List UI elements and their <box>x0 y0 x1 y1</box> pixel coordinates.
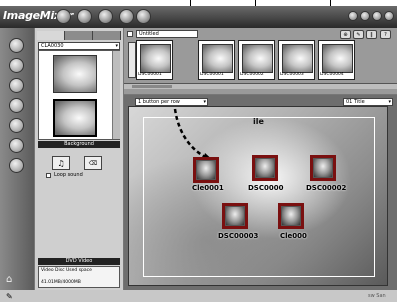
music-note-icon[interactable]: ♫ <box>52 156 70 170</box>
menu-button-label: DSC00003 <box>218 232 259 240</box>
strip-thumbnail-caption: DSC00001 <box>200 72 224 77</box>
title-select[interactable]: 01 Title ▾ <box>343 98 393 106</box>
tab-photos[interactable] <box>37 31 65 40</box>
chevron-down-icon: ▾ <box>388 99 391 105</box>
help-small-icon[interactable]: ? <box>380 30 391 39</box>
import-icon[interactable] <box>9 38 24 53</box>
mode-sidebar: ⌂ <box>0 28 34 290</box>
write-disc-icon[interactable] <box>119 9 134 24</box>
strip-thumbnail-caption: DSC00003 <box>280 72 304 77</box>
menu-button[interactable] <box>193 157 219 183</box>
print-icon[interactable] <box>98 9 113 24</box>
brand-text: sw San <box>368 293 386 299</box>
background-header: Background <box>38 141 120 148</box>
menu-button-label: DSC00002 <box>306 184 347 192</box>
menu-button-label: DSC0000 <box>248 184 284 192</box>
top-toolbar: ImageMixer <box>0 6 397 28</box>
folder-select-value: CLA0030 <box>41 43 64 49</box>
save-icon[interactable] <box>77 9 92 24</box>
edit-icon[interactable]: ✎ <box>353 30 364 39</box>
strip-thumbnail[interactable]: DSC00003 <box>278 40 315 80</box>
menu-button-image <box>314 159 332 177</box>
title-checkbox[interactable] <box>127 31 133 37</box>
strip-thumbnail-image <box>140 44 171 73</box>
album-icon[interactable] <box>9 58 24 73</box>
help-icon[interactable] <box>348 11 358 21</box>
background-thumbnail[interactable] <box>53 55 97 93</box>
menu-title-text[interactable]: ile <box>253 117 264 126</box>
open-icon[interactable] <box>56 9 71 24</box>
tab-music[interactable] <box>65 31 93 40</box>
pause-icon[interactable]: ‖ <box>366 30 377 39</box>
menu-button[interactable] <box>252 155 278 181</box>
strip-thumbnail[interactable]: DSC00002 <box>238 40 275 80</box>
disc-used-space: 41.01MB/4000MB <box>41 280 81 285</box>
close-icon[interactable] <box>384 11 394 21</box>
chevron-down-icon: ▾ <box>203 99 206 105</box>
strip-scrollbar-thumb[interactable] <box>132 85 172 88</box>
menu-button[interactable] <box>278 203 304 229</box>
strip-thumbnail[interactable]: DSC00001 <box>198 40 235 80</box>
menu-button-image <box>256 159 274 177</box>
video-icon[interactable] <box>9 118 24 133</box>
home-icon[interactable]: ⌂ <box>6 274 24 286</box>
layout-select[interactable]: 1 button per row ▾ <box>135 98 208 106</box>
title-select-value: 01 Title <box>346 99 365 105</box>
strip-thumbnail-image <box>322 44 353 73</box>
menu-button[interactable] <box>310 155 336 181</box>
zoom-icon[interactable]: ⊕ <box>340 30 351 39</box>
list-scrollbar[interactable] <box>112 51 120 139</box>
layout-select-value: 1 button per row <box>138 99 180 105</box>
menu-button-label: Cle0001 <box>192 184 224 192</box>
tool-icon[interactable]: ✎ <box>6 292 13 301</box>
menu-button-label: Cle000 <box>280 232 307 240</box>
folder-select[interactable]: CLA0030 ▾ <box>38 42 120 50</box>
strip-thumbnail-caption: DSC00001 <box>138 72 162 77</box>
slideshow-icon[interactable] <box>9 78 24 93</box>
title-input[interactable]: Untitled <box>136 30 198 38</box>
strip-thumbnail-image <box>202 44 233 73</box>
strip-handle[interactable] <box>128 42 136 78</box>
status-bar: ✎ sw San <box>0 290 397 302</box>
dvd-icon[interactable] <box>9 138 24 153</box>
export-icon[interactable] <box>136 9 151 24</box>
loop-sound-label: Loop sound <box>54 172 83 178</box>
remove-music-icon[interactable]: ⌫ <box>84 156 102 170</box>
tab-backgrounds[interactable] <box>93 31 121 40</box>
strip-scrollbar[interactable] <box>124 83 397 89</box>
background-list <box>38 50 120 140</box>
dvd-video-header: DVD Video <box>38 258 120 265</box>
menu-button-image <box>282 207 300 225</box>
menu-button-image <box>226 207 244 225</box>
menu-button[interactable] <box>222 203 248 229</box>
strip-thumbnail-caption: DSC00004 <box>320 72 344 77</box>
label-icon[interactable] <box>9 98 24 113</box>
chevron-down-icon: ▾ <box>115 43 118 49</box>
settings-icon[interactable] <box>360 11 370 21</box>
disc-info-box: Video Disc Used space 41.01MB/4000MB <box>38 266 120 288</box>
minimize-icon[interactable] <box>372 11 382 21</box>
menu-icon[interactable] <box>9 158 24 173</box>
strip-thumbnail-image <box>282 44 313 73</box>
strip-thumbnail[interactable]: DSC00004 <box>318 40 355 80</box>
disc-info-labels: Video Disc Used space <box>41 268 92 273</box>
strip-thumbnail-image <box>242 44 273 73</box>
strip-thumbnail-caption: DSC00002 <box>240 72 264 77</box>
background-thumbnail-selected[interactable] <box>53 99 97 137</box>
strip-thumbnail[interactable]: DSC00001 <box>136 40 173 80</box>
loop-sound-checkbox[interactable] <box>46 173 51 178</box>
menu-button-image <box>197 161 215 179</box>
menu-preview-canvas[interactable]: ile <box>128 106 388 286</box>
